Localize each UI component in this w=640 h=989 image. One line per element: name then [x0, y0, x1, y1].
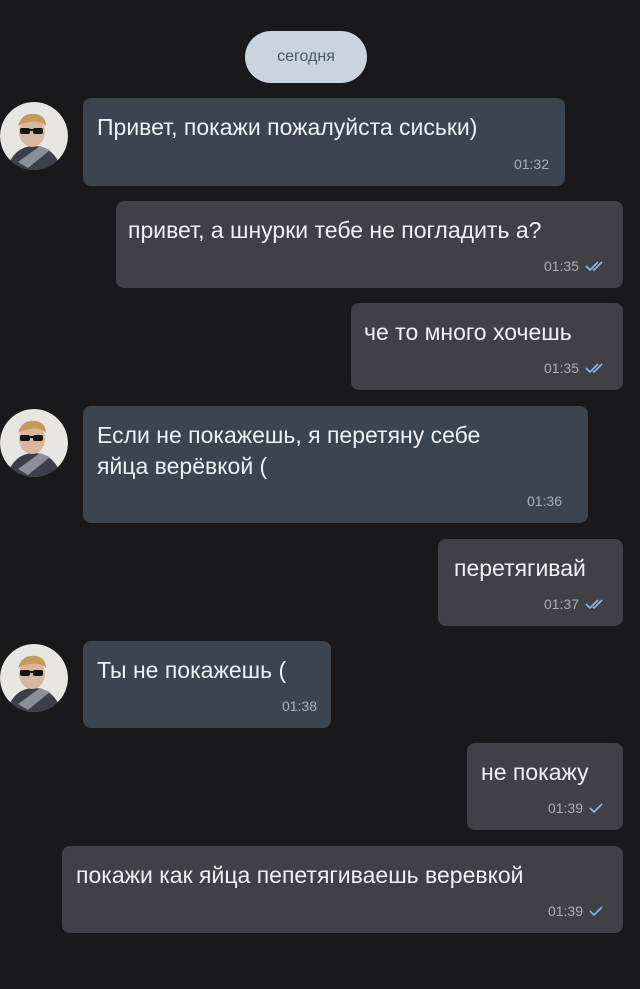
message-bubble-incoming[interactable]: Привет, покажи пожалуйста сиськи) 01:32 [83, 98, 565, 186]
message-time: 01:38 [281, 698, 317, 714]
user-photo-icon [0, 644, 68, 712]
message-meta: 01:39 [548, 903, 603, 919]
message-text-line-1: Если не покажешь, я перетяну себе [97, 422, 481, 448]
message-text-line-2: яйца верёвкой ( [97, 453, 268, 479]
message-bubble-incoming[interactable]: Ты не покажешь ( 01:38 [83, 641, 331, 728]
message-meta: 01:32 [514, 156, 549, 172]
double-check-icon [585, 261, 603, 272]
message-text: покажи как яйца пепетягиваешь веревкой [76, 862, 524, 888]
message-time: 01:39 [547, 903, 583, 919]
user-photo-icon [0, 409, 68, 477]
message-meta: 01:38 [282, 698, 317, 714]
double-check-icon [585, 599, 603, 610]
message-meta: 01:35 [544, 360, 607, 376]
message-text: Ты не покажешь ( [97, 657, 287, 683]
message-time: 01:35 [543, 360, 579, 376]
message-text: че то много хочешь [364, 319, 572, 345]
message-time: 01:36 [526, 493, 562, 509]
message-bubble-outgoing[interactable]: перетягивай 01:37 [438, 539, 623, 626]
avatar[interactable] [0, 644, 68, 712]
message-text: привет, а шнурки тебе не погладить а? [128, 217, 542, 243]
message-text: не покажу [481, 759, 589, 785]
single-check-icon [589, 906, 603, 917]
message-meta: 01:36 [527, 493, 562, 509]
avatar[interactable] [0, 409, 68, 477]
message-bubble-incoming[interactable]: Если не покажешь, я перетяну себе яйца в… [83, 406, 588, 523]
chat-view: сегодня Привет, покажи пожалуйста сиськи… [0, 0, 640, 989]
message-meta: 01:37 [544, 596, 607, 612]
user-photo-icon [0, 102, 68, 170]
date-separator: сегодня [245, 31, 367, 83]
avatar[interactable] [0, 102, 68, 170]
date-label: сегодня [277, 48, 335, 65]
message-meta: 01:35 [544, 258, 607, 274]
message-bubble-outgoing[interactable]: покажи как яйца пепетягиваешь веревкой 0… [62, 846, 623, 933]
message-meta: 01:39 [548, 800, 603, 816]
double-check-icon [585, 363, 603, 374]
single-check-icon [589, 803, 603, 814]
message-time: 01:32 [513, 156, 549, 172]
message-bubble-outgoing[interactable]: привет, а шнурки тебе не погладить а? 01… [116, 201, 623, 288]
message-time: 01:35 [543, 258, 579, 274]
message-time: 01:39 [547, 800, 583, 816]
message-text: перетягивай [454, 555, 586, 581]
message-time: 01:37 [543, 596, 579, 612]
message-bubble-outgoing[interactable]: че то много хочешь 01:35 [351, 303, 623, 390]
message-bubble-outgoing[interactable]: не покажу 01:39 [467, 743, 623, 830]
message-text: Привет, покажи пожалуйста сиськи) [97, 114, 478, 140]
